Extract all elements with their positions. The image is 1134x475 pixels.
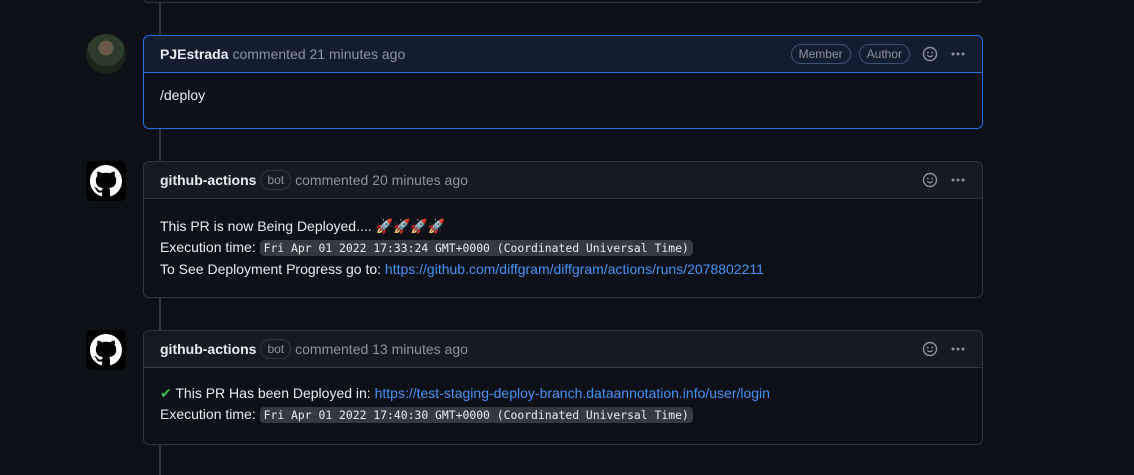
- kebab-horizontal-icon[interactable]: [950, 46, 966, 62]
- bot-badge: bot: [260, 170, 292, 190]
- deploy-status-line: This PR is now Being Deployed.... 🚀🚀🚀🚀: [160, 218, 446, 234]
- check-mark-icon: ✔: [160, 385, 172, 401]
- comment-github-actions-2: github-actions bot commented 13 minutes …: [143, 330, 983, 445]
- execution-time-value: Fri Apr 01 2022 17:33:24 GMT+0000 (Coord…: [259, 240, 693, 256]
- comment-header: github-actions bot commented 20 minutes …: [144, 162, 982, 199]
- comment-header: PJEstrada commented 21 minutes ago Membe…: [144, 36, 982, 73]
- comment-pjestrada: PJEstrada commented 21 minutes ago Membe…: [143, 35, 983, 129]
- progress-link[interactable]: https://github.com/diffgram/diffgram/act…: [385, 261, 764, 277]
- smiley-icon[interactable]: [922, 341, 938, 357]
- smiley-icon[interactable]: [922, 46, 938, 62]
- progress-line: To See Deployment Progress go to: https:…: [160, 259, 966, 280]
- deployed-label: This PR Has been Deployed in:: [175, 385, 371, 401]
- deployed-link[interactable]: https://test-staging-deploy-branch.dataa…: [375, 385, 770, 401]
- avatar-pjestrada[interactable]: [86, 34, 126, 74]
- execution-time-value: Fri Apr 01 2022 17:40:30 GMT+0000 (Coord…: [259, 407, 693, 423]
- comment-timestamp[interactable]: commented 20 minutes ago: [295, 172, 468, 188]
- execution-time-label: Execution time:: [160, 406, 256, 422]
- execution-time-line: Execution time: Fri Apr 01 2022 17:40:30…: [160, 404, 966, 426]
- comment-body: /deploy: [144, 73, 982, 118]
- kebab-horizontal-icon[interactable]: [950, 341, 966, 357]
- comment-text: /deploy: [160, 87, 206, 103]
- bot-badge: bot: [260, 339, 292, 359]
- execution-time-line: Execution time: Fri Apr 01 2022 17:33:24…: [160, 237, 966, 259]
- comment-timestamp[interactable]: commented 21 minutes ago: [232, 46, 405, 62]
- author-label: Author: [858, 44, 910, 64]
- github-logo-icon: [90, 165, 122, 197]
- comment-body: ✔ This PR Has been Deployed in: https://…: [144, 368, 982, 438]
- github-logo-icon: [90, 334, 122, 366]
- comment-author[interactable]: PJEstrada: [160, 46, 228, 62]
- previous-comment-box: [143, 0, 983, 3]
- avatar-github-actions[interactable]: [86, 161, 126, 201]
- progress-label: To See Deployment Progress go to:: [160, 261, 382, 277]
- kebab-horizontal-icon[interactable]: [950, 172, 966, 188]
- avatar-github-actions[interactable]: [86, 330, 126, 370]
- deployed-line: ✔ This PR Has been Deployed in: https://…: [160, 383, 966, 404]
- comment-author[interactable]: github-actions: [160, 341, 256, 357]
- smiley-icon[interactable]: [922, 172, 938, 188]
- member-label: Member: [790, 44, 851, 64]
- execution-time-label: Execution time:: [160, 239, 256, 255]
- comment-author[interactable]: github-actions: [160, 172, 256, 188]
- comment-timestamp[interactable]: commented 13 minutes ago: [295, 341, 468, 357]
- comment-body: This PR is now Being Deployed.... 🚀🚀🚀🚀 E…: [144, 199, 982, 292]
- comment-github-actions-1: github-actions bot commented 20 minutes …: [143, 161, 983, 298]
- comment-header: github-actions bot commented 13 minutes …: [144, 331, 982, 368]
